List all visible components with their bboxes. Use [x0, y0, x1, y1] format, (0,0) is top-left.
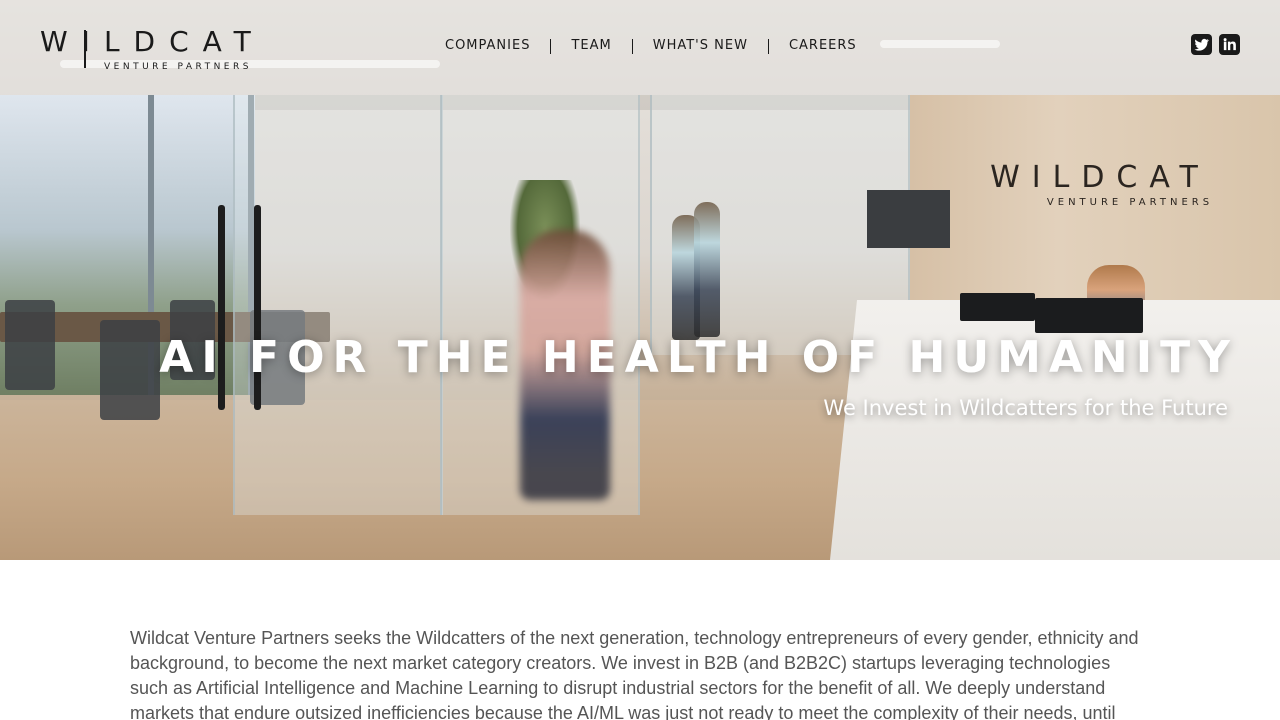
- site-header: WILDCAT VENTURE PARTNERS COMPANIES TEAM …: [0, 0, 1280, 95]
- nav-item-companies[interactable]: COMPANIES: [425, 37, 550, 55]
- wall-logo-main: WILDCAT: [990, 160, 1210, 195]
- hero-subtitle: We Invest in Wildcatters for the Future: [823, 396, 1228, 420]
- logo-divider: [84, 30, 86, 68]
- wall-logo: WILDCAT VENTURE PARTNERS: [980, 160, 1220, 208]
- desk-monitor: [960, 293, 1035, 321]
- office-chair: [5, 300, 55, 390]
- glass-wall: [233, 95, 443, 515]
- wall-logo-sub: VENTURE PARTNERS: [1046, 197, 1214, 208]
- desk-monitor: [1035, 298, 1143, 333]
- nav-item-whats-new[interactable]: WHAT'S NEW: [633, 37, 768, 55]
- twitter-icon[interactable]: [1191, 34, 1212, 55]
- site-logo[interactable]: WILDCAT VENTURE PARTNERS: [40, 25, 265, 73]
- main-nav: COMPANIES TEAM WHAT'S NEW CAREERS: [425, 36, 877, 56]
- logo-sub-text: VENTURE PARTNERS: [104, 62, 252, 72]
- nav-item-team[interactable]: TEAM: [551, 37, 631, 55]
- wall-screen: [867, 190, 950, 248]
- linkedin-icon[interactable]: [1219, 34, 1240, 55]
- nav-item-careers[interactable]: CAREERS: [769, 37, 877, 55]
- social-links: [1191, 34, 1240, 55]
- hero-title: AI FOR THE HEALTH OF HUMANITY: [159, 332, 1238, 383]
- office-chair: [100, 320, 160, 420]
- intro-paragraph: Wildcat Venture Partners seeks the Wildc…: [130, 628, 1139, 720]
- person-walking: [694, 202, 720, 337]
- logo-main-text: WILDCAT: [40, 25, 265, 58]
